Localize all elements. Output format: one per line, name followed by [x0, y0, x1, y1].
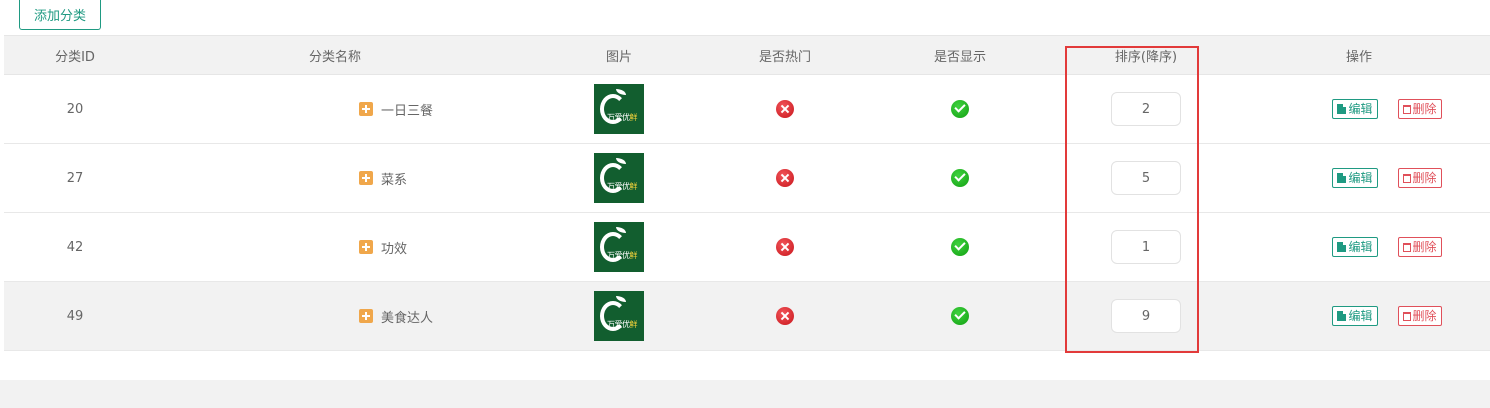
table-row: 20 一日三餐 万爱优鲜 编辑 删除 — [4, 74, 1490, 144]
trash-icon — [1402, 242, 1411, 252]
actions-cell: 编辑 删除 — [1228, 281, 1490, 351]
category-name-cell: 菜系 — [146, 143, 524, 213]
sort-cell — [1064, 74, 1228, 144]
category-name-cell: 一日三餐 — [146, 74, 524, 144]
sort-input[interactable] — [1111, 299, 1181, 333]
cross-icon[interactable] — [776, 307, 794, 325]
is-visible-cell — [856, 212, 1064, 282]
category-thumbnail: 万爱优鲜 — [594, 153, 644, 203]
category-name: 美食达人 — [381, 310, 434, 326]
category-name: 菜系 — [381, 172, 408, 188]
image-cell: 万爱优鲜 — [524, 143, 714, 213]
trash-icon — [1402, 173, 1411, 183]
check-icon[interactable] — [951, 238, 969, 256]
edit-icon — [1337, 172, 1348, 183]
is-visible-cell — [856, 281, 1064, 351]
expand-plus-icon[interactable] — [359, 240, 373, 254]
cross-icon[interactable] — [776, 169, 794, 187]
cross-icon[interactable] — [776, 100, 794, 118]
check-icon[interactable] — [951, 100, 969, 118]
trash-icon — [1402, 104, 1411, 114]
is-visible-cell — [856, 74, 1064, 144]
logo-text: 万爱优鲜 — [607, 320, 637, 329]
header-sort-order: 排序(降序) — [1064, 35, 1228, 75]
header-category-name: 分类名称 — [146, 35, 524, 75]
cross-icon[interactable] — [776, 238, 794, 256]
category-name-cell: 功效 — [146, 212, 524, 282]
sort-input[interactable] — [1111, 230, 1181, 264]
edit-icon — [1337, 241, 1348, 252]
category-id-cell: 27 — [4, 143, 146, 213]
table-row: 27 菜系 万爱优鲜 编辑 删除 — [4, 143, 1490, 213]
add-category-button[interactable]: 添加分类 — [19, 0, 101, 30]
check-icon[interactable] — [951, 169, 969, 187]
category-thumbnail: 万爱优鲜 — [594, 222, 644, 272]
edit-icon — [1337, 103, 1348, 114]
expand-plus-icon[interactable] — [359, 309, 373, 323]
image-cell: 万爱优鲜 — [524, 281, 714, 351]
category-id-cell: 20 — [4, 74, 146, 144]
header-image: 图片 — [524, 35, 714, 75]
edit-button[interactable]: 编辑 — [1332, 168, 1378, 188]
logo-text: 万爱优鲜 — [607, 251, 637, 260]
check-icon[interactable] — [951, 307, 969, 325]
category-name-cell: 美食达人 — [146, 281, 524, 351]
expand-plus-icon[interactable] — [359, 102, 373, 116]
is-visible-cell — [856, 143, 1064, 213]
is-hot-cell — [714, 74, 856, 144]
table-row: 42 功效 万爱优鲜 编辑 删除 — [4, 212, 1490, 282]
category-id-cell: 49 — [4, 281, 146, 351]
is-hot-cell — [714, 281, 856, 351]
delete-button[interactable]: 删除 — [1397, 168, 1442, 188]
is-hot-cell — [714, 143, 856, 213]
actions-cell: 编辑 删除 — [1228, 74, 1490, 144]
header-category-id: 分类ID — [4, 35, 146, 75]
delete-button[interactable]: 删除 — [1397, 306, 1442, 326]
logo-text: 万爱优鲜 — [607, 182, 637, 191]
table-header-row: 分类ID 分类名称 图片 是否热门 是否显示 排序(降序) 操作 — [4, 35, 1490, 75]
sort-input[interactable] — [1111, 92, 1181, 126]
header-actions: 操作 — [1228, 35, 1490, 75]
delete-button[interactable]: 删除 — [1397, 99, 1442, 119]
edit-button[interactable]: 编辑 — [1332, 99, 1378, 119]
actions-cell: 编辑 删除 — [1228, 212, 1490, 282]
actions-cell: 编辑 删除 — [1228, 143, 1490, 213]
sort-cell — [1064, 143, 1228, 213]
footer-area — [0, 380, 1490, 408]
expand-plus-icon[interactable] — [359, 171, 373, 185]
category-id-cell: 42 — [4, 212, 146, 282]
trash-icon — [1402, 311, 1411, 321]
table-row: 49 美食达人 万爱优鲜 编辑 删除 — [4, 281, 1490, 351]
sort-cell — [1064, 212, 1228, 282]
edit-icon — [1337, 310, 1348, 321]
category-thumbnail: 万爱优鲜 — [594, 84, 644, 134]
category-thumbnail: 万爱优鲜 — [594, 291, 644, 341]
sort-cell — [1064, 281, 1228, 351]
delete-button[interactable]: 删除 — [1397, 237, 1442, 257]
edit-button[interactable]: 编辑 — [1332, 237, 1378, 257]
category-table: 分类ID 分类名称 图片 是否热门 是否显示 排序(降序) 操作 20 一日三餐 — [4, 35, 1490, 351]
category-name: 一日三餐 — [381, 103, 434, 119]
logo-text: 万爱优鲜 — [607, 113, 637, 122]
category-name: 功效 — [381, 241, 408, 257]
sort-input[interactable] — [1111, 161, 1181, 195]
edit-button[interactable]: 编辑 — [1332, 306, 1378, 326]
header-is-hot: 是否热门 — [714, 35, 856, 75]
header-is-visible: 是否显示 — [856, 35, 1064, 75]
image-cell: 万爱优鲜 — [524, 74, 714, 144]
is-hot-cell — [714, 212, 856, 282]
image-cell: 万爱优鲜 — [524, 212, 714, 282]
